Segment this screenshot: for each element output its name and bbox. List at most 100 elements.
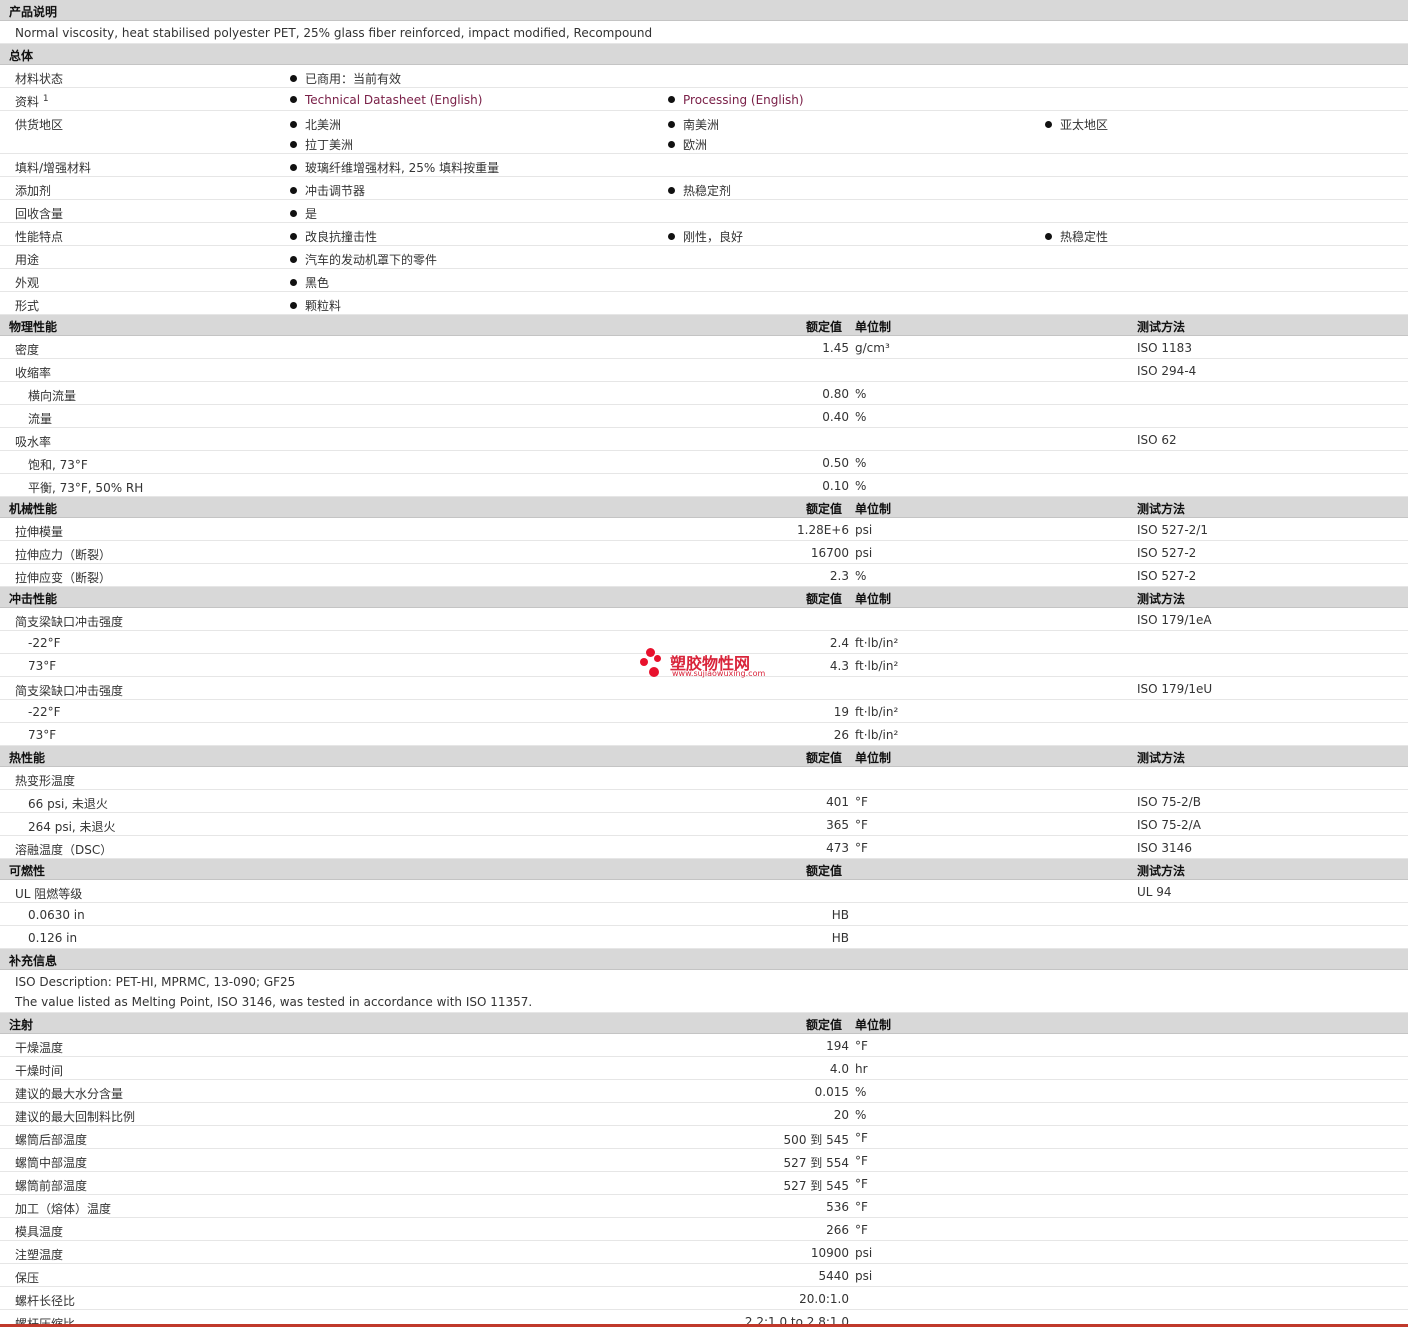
property-row: 加工（熔体）温度 536 °F <box>0 1195 1408 1218</box>
section-header-supplement: 补充信息 <box>0 949 1408 970</box>
property-label: 收缩率 <box>15 366 52 380</box>
property-unit: °F <box>855 1154 868 1168</box>
section-header-physical: 物理性能 额定值 单位制 测试方法 <box>0 315 1408 336</box>
bullet-icon <box>290 75 297 82</box>
bullet-icon <box>290 141 297 148</box>
bullet-item: 颗粒料 <box>290 297 341 314</box>
property-value: 16700 <box>810 546 849 560</box>
property-unit: °F <box>855 1039 868 1053</box>
property-value: 266 <box>826 1223 849 1237</box>
property-value: 4.0 <box>829 1062 849 1076</box>
property-row: 73°F 26 ft·lb/in² <box>0 723 1408 746</box>
property-value: 473 <box>826 841 849 855</box>
property-label: 建议的最大水分含量 <box>15 1087 124 1101</box>
property-value: 401 <box>826 795 849 809</box>
row-label: 材料状态 <box>15 72 64 86</box>
general-row: 填料/增强材料 玻璃纤维增强材料, 25% 填料按重量 <box>0 154 1408 177</box>
property-row: 0.126 in HB <box>0 926 1408 949</box>
property-row: 保压 5440 psi <box>0 1264 1408 1287</box>
row-label: 外观 <box>15 276 40 290</box>
processing-link[interactable]: Processing (English) <box>668 93 804 107</box>
bullet-icon <box>290 279 297 286</box>
property-label: 热变形温度 <box>15 774 76 788</box>
property-value: 2.4 <box>829 636 849 650</box>
property-row: 热变形温度 <box>0 767 1408 790</box>
property-unit: °F <box>855 795 868 809</box>
property-label: 螺筒后部温度 <box>15 1133 88 1147</box>
column-header-test: 测试方法 <box>1137 320 1186 334</box>
property-value: 0.10 <box>822 479 849 493</box>
bullet-icon <box>290 233 297 240</box>
property-row: 干燥温度 194 °F <box>0 1034 1408 1057</box>
property-unit: psi <box>855 523 873 537</box>
supplement-line: The value listed as Melting Point, ISO 3… <box>15 995 533 1009</box>
general-row: 供货地区 北美洲 南美洲 亚太地区 拉丁美洲 欧洲 <box>0 111 1408 154</box>
property-label: 横向流量 <box>28 389 77 403</box>
general-row: 形式 颗粒料 <box>0 292 1408 315</box>
test-method: ISO 1183 <box>1137 341 1192 355</box>
property-row: 干燥时间 4.0 hr <box>0 1057 1408 1080</box>
property-label: 螺杆长径比 <box>15 1294 76 1308</box>
column-header-test: 测试方法 <box>1137 864 1186 878</box>
property-unit: ft·lb/in² <box>855 659 899 673</box>
property-row: 模具温度 266 °F <box>0 1218 1408 1241</box>
property-label: 密度 <box>15 343 40 357</box>
column-header-value: 额定值 <box>806 502 843 516</box>
row-label: 回收含量 <box>15 207 64 221</box>
section-title: 热性能 <box>9 751 46 765</box>
property-label: 简支梁缺口冲击强度 <box>15 615 124 629</box>
property-unit: °F <box>855 1131 868 1145</box>
bullet-item: 汽车的发动机罩下的零件 <box>290 251 437 268</box>
property-label: 吸水率 <box>15 435 52 449</box>
property-unit: psi <box>855 1269 873 1283</box>
section-physical: 物理性能 额定值 单位制 测试方法 密度 1.45 g/cm³ ISO 1183 收缩率 ISO … <box>0 315 1408 497</box>
property-unit: ft·lb/in² <box>855 728 899 742</box>
test-method: ISO 62 <box>1137 433 1177 447</box>
property-label: 饱和, 73°F <box>28 458 88 472</box>
column-header-value: 额定值 <box>806 1018 843 1032</box>
section-title: 注射 <box>9 1018 34 1032</box>
test-method: ISO 527-2/1 <box>1137 523 1208 537</box>
datasheet-link[interactable]: Technical Datasheet (English) <box>290 93 482 107</box>
property-unit: °F <box>855 1200 868 1214</box>
test-method: ISO 294-4 <box>1137 364 1197 378</box>
property-value: 365 <box>826 818 849 832</box>
watermark-dot <box>649 667 659 677</box>
row-label: 用途 <box>15 253 40 267</box>
section-title: 机械性能 <box>9 502 58 516</box>
bullet-item: 热稳定性 <box>1045 228 1108 245</box>
property-label: 平衡, 73°F, 50% RH <box>28 481 144 495</box>
bullet-icon <box>668 121 675 128</box>
test-method: ISO 75-2/A <box>1137 818 1201 832</box>
test-method: ISO 179/1eU <box>1137 682 1213 696</box>
property-value: 26 <box>833 728 849 742</box>
section-flammability: 可燃性 额定值 测试方法 UL 阻燃等级 UL 94 0.0630 in HB 0.126 i… <box>0 859 1408 949</box>
watermark-url: www.sujiaowuxing.com <box>672 669 766 678</box>
property-label: 螺筒前部温度 <box>15 1179 88 1193</box>
column-header-unit: 单位制 <box>855 592 892 606</box>
bullet-item: 冲击调节器 <box>290 182 365 199</box>
section-title: 补充信息 <box>9 954 58 968</box>
general-row: 外观 黑色 <box>0 269 1408 292</box>
property-label: 加工（熔体）温度 <box>15 1202 112 1216</box>
property-unit: psi <box>855 1246 873 1260</box>
property-row: -22°F 19 ft·lb/in² <box>0 700 1408 723</box>
column-header-test: 测试方法 <box>1137 502 1186 516</box>
property-label: -22°F <box>28 636 61 650</box>
property-unit: % <box>855 387 867 401</box>
bullet-item: 是 <box>290 205 317 222</box>
property-unit: ft·lb/in² <box>855 705 899 719</box>
property-value: 194 <box>826 1039 849 1053</box>
property-label: 简支梁缺口冲击强度 <box>15 684 124 698</box>
property-label: 拉伸模量 <box>15 525 64 539</box>
section-thermal: 热性能 额定值 单位制 测试方法 热变形温度 66 psi, 未退火 401 °F ISO 75… <box>0 746 1408 859</box>
property-unit: % <box>855 1108 867 1122</box>
property-row: 吸水率 ISO 62 <box>0 428 1408 451</box>
property-value: 10900 <box>810 1246 849 1260</box>
section-header-flammability: 可燃性 额定值 测试方法 <box>0 859 1408 880</box>
general-row: 材料状态 已商用：当前有效 <box>0 65 1408 88</box>
property-value: 2.3 <box>829 569 849 583</box>
bullet-icon <box>668 141 675 148</box>
column-header-unit: 单位制 <box>855 502 892 516</box>
section-header-injection: 注射 额定值 单位制 <box>0 1013 1408 1034</box>
